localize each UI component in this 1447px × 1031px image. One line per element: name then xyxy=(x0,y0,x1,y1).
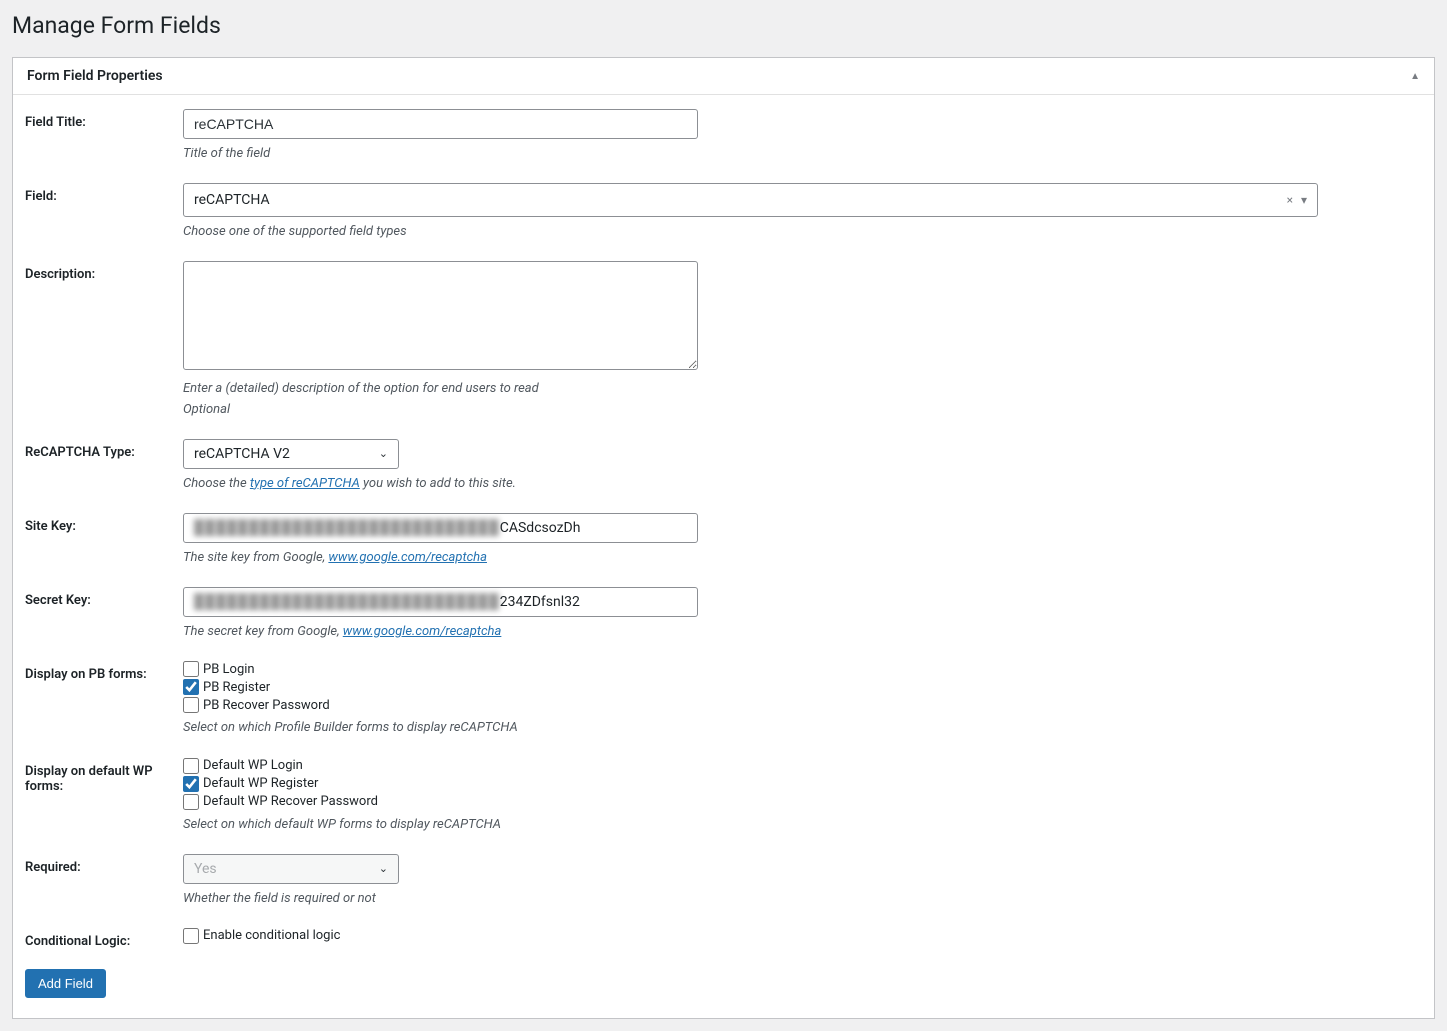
secret-key-link[interactable]: www.google.com/recaptcha xyxy=(343,624,502,639)
chevron-down-icon[interactable]: ▾ xyxy=(1301,193,1307,207)
collapse-icon[interactable]: ▲ xyxy=(1410,71,1420,82)
required-value: Yes xyxy=(194,861,217,877)
required-help: Whether the field is required or not xyxy=(183,890,1422,908)
site-key-link[interactable]: www.google.com/recaptcha xyxy=(328,550,487,565)
conditional-checkbox[interactable] xyxy=(183,928,199,944)
site-key-input[interactable]: ████████████████████████████CASdcsozDh xyxy=(183,513,698,543)
chevron-down-icon: ⌄ xyxy=(379,447,388,460)
wp-login-checkbox[interactable] xyxy=(183,758,199,774)
form-field-properties-panel: Form Field Properties ▲ Field Title: Tit… xyxy=(12,57,1435,1019)
recaptcha-type-help: Choose the type of reCAPTCHA you wish to… xyxy=(183,475,1422,493)
display-pb-label: Display on PB forms: xyxy=(25,661,183,682)
wp-register-label: Default WP Register xyxy=(203,776,318,791)
required-select[interactable]: Yes ⌄ xyxy=(183,854,399,884)
description-textarea[interactable] xyxy=(183,261,698,370)
panel-header[interactable]: Form Field Properties ▲ xyxy=(13,58,1434,95)
pb-recover-checkbox[interactable] xyxy=(183,697,199,713)
secret-key-input[interactable]: ████████████████████████████234ZDfsnl32 xyxy=(183,587,698,617)
required-label: Required: xyxy=(25,854,183,875)
site-key-blurred: ████████████████████████████ xyxy=(194,518,500,538)
secret-key-blurred: ████████████████████████████ xyxy=(194,592,500,612)
description-help-2: Optional xyxy=(183,401,1422,419)
page-title: Manage Form Fields xyxy=(12,12,1435,39)
pb-recover-label: PB Recover Password xyxy=(203,698,330,713)
clear-icon[interactable]: × xyxy=(1287,193,1293,207)
description-help-1: Enter a (detailed) description of the op… xyxy=(183,380,1422,398)
field-title-help: Title of the field xyxy=(183,145,1422,163)
conditional-label: Conditional Logic: xyxy=(25,928,183,949)
panel-body: Field Title: Title of the field Field: r… xyxy=(13,95,1434,1018)
pb-register-checkbox[interactable] xyxy=(183,679,199,695)
wp-recover-checkbox[interactable] xyxy=(183,794,199,810)
secret-key-label: Secret Key: xyxy=(25,587,183,608)
field-type-help: Choose one of the supported field types xyxy=(183,223,1422,241)
display-pb-help: Select on which Profile Builder forms to… xyxy=(183,719,1422,737)
field-type-value: reCAPTCHA xyxy=(194,192,270,208)
add-field-button[interactable]: Add Field xyxy=(25,969,106,998)
field-type-select[interactable]: reCAPTCHA × ▾ xyxy=(183,183,1318,217)
secret-key-help: The secret key from Google, www.google.c… xyxy=(183,623,1422,641)
chevron-down-icon: ⌄ xyxy=(379,862,388,875)
pb-login-label: PB Login xyxy=(203,662,255,677)
site-key-label: Site Key: xyxy=(25,513,183,534)
recaptcha-type-value: reCAPTCHA V2 xyxy=(194,446,290,462)
wp-login-label: Default WP Login xyxy=(203,758,303,773)
display-wp-label: Display on default WP forms: xyxy=(25,758,183,794)
conditional-opt-label: Enable conditional logic xyxy=(203,928,340,943)
recaptcha-type-label: ReCAPTCHA Type: xyxy=(25,439,183,460)
recaptcha-type-select[interactable]: reCAPTCHA V2 ⌄ xyxy=(183,439,399,469)
secret-key-visible: 234ZDfsnl32 xyxy=(500,594,580,610)
site-key-help: The site key from Google, www.google.com… xyxy=(183,549,1422,567)
field-title-label: Field Title: xyxy=(25,109,183,130)
panel-header-title: Form Field Properties xyxy=(27,68,163,84)
recaptcha-type-link[interactable]: type of reCAPTCHA xyxy=(250,476,360,491)
description-label: Description: xyxy=(25,261,183,282)
field-type-label: Field: xyxy=(25,183,183,204)
pb-register-label: PB Register xyxy=(203,680,270,695)
wp-recover-label: Default WP Recover Password xyxy=(203,794,378,809)
pb-login-checkbox[interactable] xyxy=(183,661,199,677)
site-key-visible: CASdcsozDh xyxy=(500,520,581,536)
field-title-input[interactable] xyxy=(183,109,698,139)
display-wp-help: Select on which default WP forms to disp… xyxy=(183,816,1422,834)
wp-register-checkbox[interactable] xyxy=(183,776,199,792)
